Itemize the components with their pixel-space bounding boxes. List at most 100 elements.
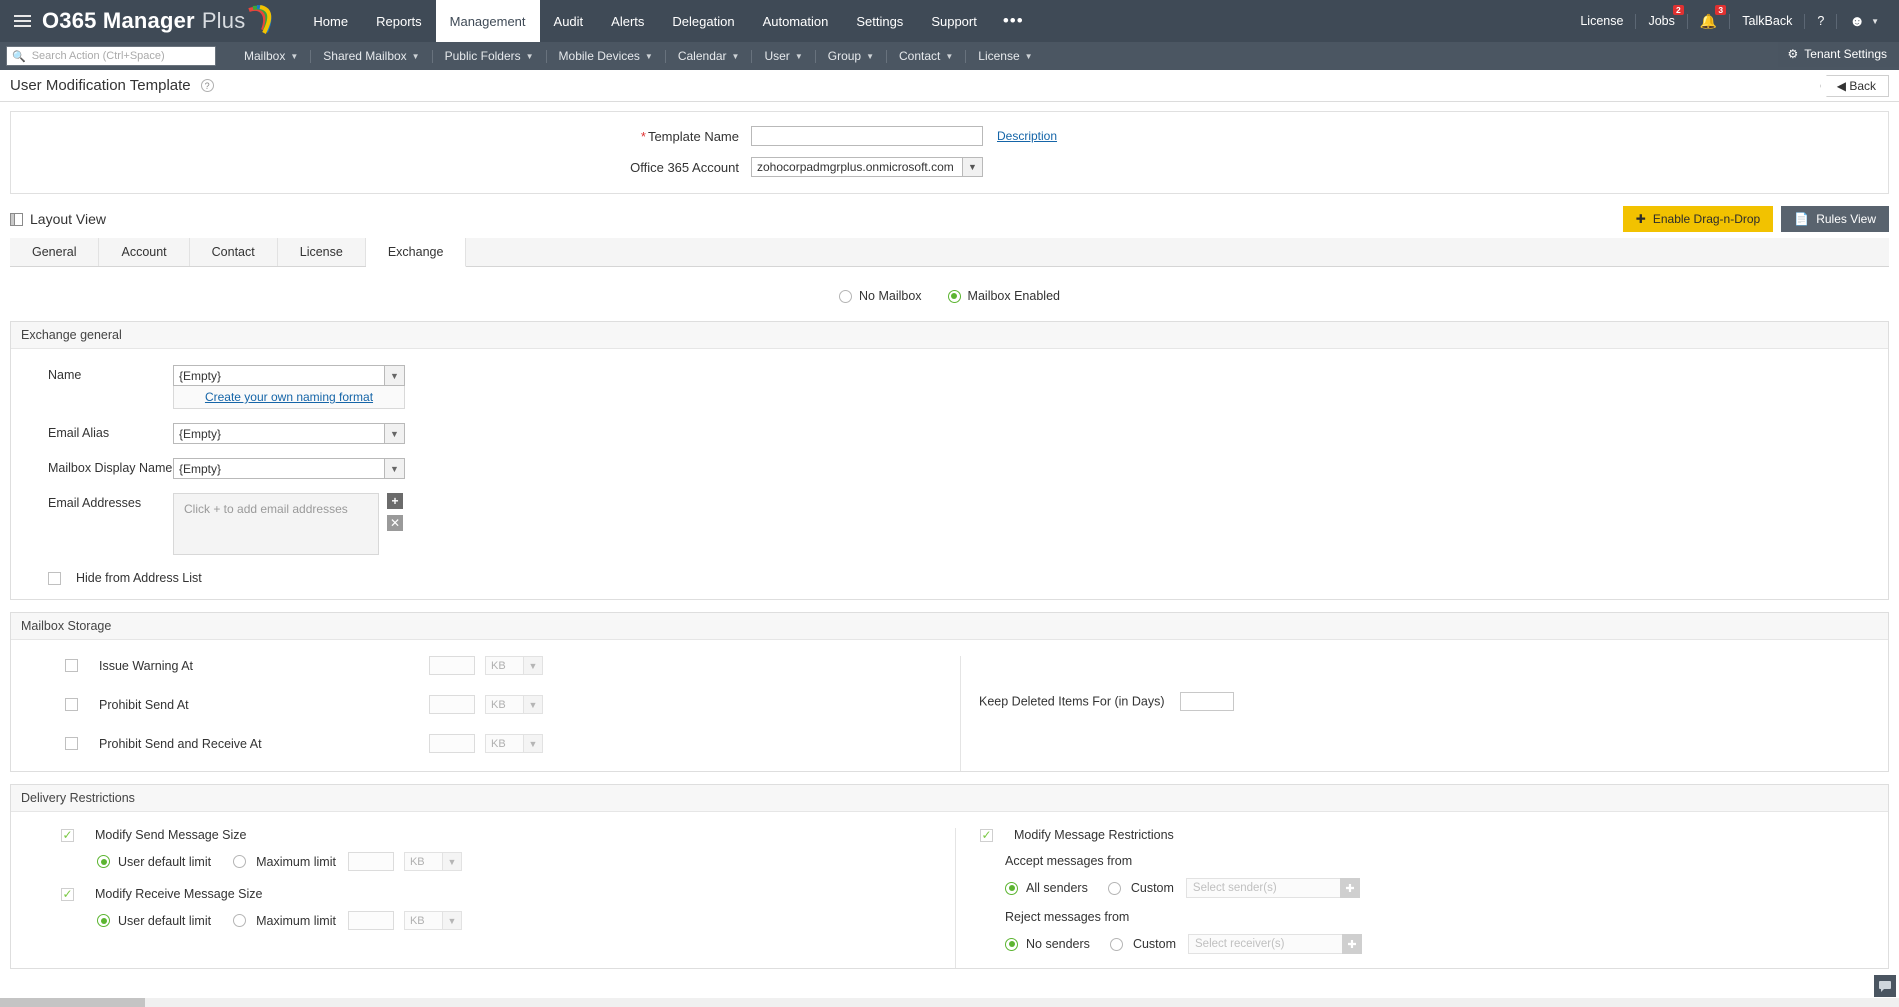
subnav-mailbox[interactable]: Mailbox ▼ bbox=[232, 49, 310, 63]
office-account-value: zohocorpadmgrplus.onmicrosoft.com bbox=[751, 157, 962, 177]
nav-delegation[interactable]: Delegation bbox=[658, 0, 748, 42]
add-email-button[interactable]: + bbox=[387, 493, 403, 509]
license-link[interactable]: License bbox=[1568, 12, 1635, 30]
hamburger-menu-icon[interactable] bbox=[8, 15, 42, 27]
exchange-general-title: Exchange general bbox=[11, 322, 1888, 349]
tab-general[interactable]: General bbox=[10, 238, 99, 266]
prohibit-send-unit-select[interactable]: KB ▼ bbox=[485, 695, 543, 714]
radio-circle[interactable] bbox=[839, 290, 852, 303]
nav-home[interactable]: Home bbox=[299, 0, 362, 42]
rules-view-button[interactable]: 📄 Rules View bbox=[1781, 206, 1889, 232]
tab-license[interactable]: License bbox=[278, 238, 366, 266]
subnav-contact[interactable]: Contact ▼ bbox=[887, 49, 965, 63]
enable-drag-n-drop-button[interactable]: ✚ Enable Drag-n-Drop bbox=[1623, 206, 1773, 232]
chevron-down-icon[interactable]: ▼ bbox=[523, 734, 543, 753]
tab-account[interactable]: Account bbox=[99, 238, 189, 266]
receive-size-default-radio[interactable] bbox=[97, 914, 110, 927]
reject-no-senders-radio[interactable] bbox=[1005, 938, 1018, 951]
prohibit-send-receive-value[interactable] bbox=[429, 734, 475, 753]
chevron-down-icon[interactable]: ▼ bbox=[523, 656, 543, 675]
radio-circle[interactable] bbox=[948, 290, 961, 303]
nav-more-icon[interactable]: ••• bbox=[991, 0, 1036, 42]
prohibit-send-receive-checkbox[interactable] bbox=[65, 737, 78, 750]
tab-contact[interactable]: Contact bbox=[190, 238, 278, 266]
nav-audit[interactable]: Audit bbox=[540, 0, 598, 42]
email-addresses-box[interactable]: Click + to add email addresses bbox=[173, 493, 379, 555]
email-alias-select[interactable]: {Empty} ▼ bbox=[173, 423, 405, 444]
mailbox-display-name-select[interactable]: {Empty} ▼ bbox=[173, 458, 405, 479]
radio-mailbox-enabled[interactable]: Mailbox Enabled bbox=[948, 289, 1060, 303]
nav-settings[interactable]: Settings bbox=[842, 0, 917, 42]
description-link[interactable]: Description bbox=[997, 129, 1057, 143]
jobs-link[interactable]: Jobs 2 bbox=[1636, 12, 1686, 30]
subnav-mobile-devices[interactable]: Mobile Devices ▼ bbox=[547, 49, 665, 63]
help-icon[interactable]: ? bbox=[1805, 12, 1836, 30]
radio-no-mailbox[interactable]: No Mailbox bbox=[839, 289, 922, 303]
accept-all-senders-radio[interactable] bbox=[1005, 882, 1018, 895]
modify-send-size-checkbox[interactable] bbox=[61, 829, 74, 842]
user-account-menu[interactable]: ☻ ▼ bbox=[1837, 12, 1891, 30]
hide-from-address-list-checkbox[interactable] bbox=[48, 572, 61, 585]
search-box[interactable]: 🔍 bbox=[6, 46, 216, 66]
chevron-down-icon[interactable]: ▼ bbox=[384, 423, 405, 444]
nav-support[interactable]: Support bbox=[917, 0, 991, 42]
tenant-settings-button[interactable]: ⚙ Tenant Settings bbox=[1778, 42, 1899, 67]
modify-message-restrictions-checkbox[interactable] bbox=[980, 829, 993, 842]
hide-from-address-list-row[interactable]: Hide from Address List bbox=[11, 571, 1888, 585]
name-select[interactable]: {Empty} ▼ bbox=[173, 365, 405, 386]
search-input[interactable] bbox=[30, 49, 215, 63]
receive-message-size-header[interactable]: Modify Receive Message Size bbox=[61, 887, 955, 901]
accept-sender-picker[interactable]: Select sender(s) ✚ bbox=[1186, 878, 1360, 898]
subnav-calendar[interactable]: Calendar ▼ bbox=[666, 49, 752, 63]
chevron-down-icon[interactable]: ▼ bbox=[384, 458, 405, 479]
talkback-link[interactable]: TalkBack bbox=[1730, 12, 1804, 30]
nav-management[interactable]: Management bbox=[436, 0, 540, 42]
nav-automation[interactable]: Automation bbox=[749, 0, 843, 42]
tab-exchange[interactable]: Exchange bbox=[366, 238, 467, 267]
message-restrictions-header[interactable]: Modify Message Restrictions bbox=[980, 828, 1362, 842]
chevron-down-icon[interactable]: ▼ bbox=[962, 157, 983, 177]
add-receiver-icon[interactable]: ✚ bbox=[1342, 934, 1362, 954]
horizontal-scrollbar[interactable] bbox=[0, 998, 1899, 1007]
receive-size-max-input[interactable] bbox=[348, 911, 394, 930]
scrollbar-thumb[interactable] bbox=[0, 998, 145, 1007]
send-size-max-input[interactable] bbox=[348, 852, 394, 871]
nav-alerts[interactable]: Alerts bbox=[597, 0, 658, 42]
subnav-group[interactable]: Group ▼ bbox=[816, 49, 886, 63]
template-name-input[interactable] bbox=[751, 126, 983, 146]
issue-warning-value[interactable] bbox=[429, 656, 475, 675]
subnav-license[interactable]: License ▼ bbox=[966, 49, 1044, 63]
add-sender-icon[interactable]: ✚ bbox=[1340, 878, 1360, 898]
page-help-icon[interactable]: ? bbox=[201, 79, 214, 92]
send-size-default-radio[interactable] bbox=[97, 855, 110, 868]
prohibit-send-receive-unit-select[interactable]: KB ▼ bbox=[485, 734, 543, 753]
keep-deleted-items-input[interactable] bbox=[1180, 692, 1234, 711]
chevron-down-icon[interactable]: ▼ bbox=[442, 911, 462, 930]
receive-size-max-radio[interactable] bbox=[233, 914, 246, 927]
back-button[interactable]: ◀ Back bbox=[1820, 75, 1889, 97]
reject-custom-radio[interactable] bbox=[1110, 938, 1123, 951]
notifications-button[interactable]: 🔔 3 bbox=[1688, 12, 1729, 30]
send-size-max-radio[interactable] bbox=[233, 855, 246, 868]
prohibit-send-checkbox[interactable] bbox=[65, 698, 78, 711]
chevron-down-icon[interactable]: ▼ bbox=[442, 852, 462, 871]
office-account-select[interactable]: zohocorpadmgrplus.onmicrosoft.com ▼ bbox=[751, 157, 983, 177]
send-size-unit-select[interactable]: KB ▼ bbox=[404, 852, 462, 871]
modify-receive-size-checkbox[interactable] bbox=[61, 888, 74, 901]
reject-receiver-picker[interactable]: Select receiver(s) ✚ bbox=[1188, 934, 1362, 954]
subnav-shared-mailbox[interactable]: Shared Mailbox ▼ bbox=[311, 49, 431, 63]
nav-reports[interactable]: Reports bbox=[362, 0, 436, 42]
chevron-down-icon[interactable]: ▼ bbox=[523, 695, 543, 714]
issue-warning-unit-select[interactable]: KB ▼ bbox=[485, 656, 543, 675]
support-chat-icon[interactable] bbox=[1874, 975, 1896, 997]
receive-size-unit-select[interactable]: KB ▼ bbox=[404, 911, 462, 930]
issue-warning-checkbox[interactable] bbox=[65, 659, 78, 672]
send-message-size-header[interactable]: Modify Send Message Size bbox=[61, 828, 955, 842]
subnav-user[interactable]: User ▼ bbox=[752, 49, 814, 63]
accept-custom-radio[interactable] bbox=[1108, 882, 1121, 895]
create-naming-format-link[interactable]: Create your own naming format bbox=[205, 390, 373, 404]
remove-email-button[interactable]: ✕ bbox=[387, 515, 403, 531]
chevron-down-icon[interactable]: ▼ bbox=[384, 365, 405, 386]
subnav-public-folders[interactable]: Public Folders ▼ bbox=[433, 49, 546, 63]
prohibit-send-value[interactable] bbox=[429, 695, 475, 714]
